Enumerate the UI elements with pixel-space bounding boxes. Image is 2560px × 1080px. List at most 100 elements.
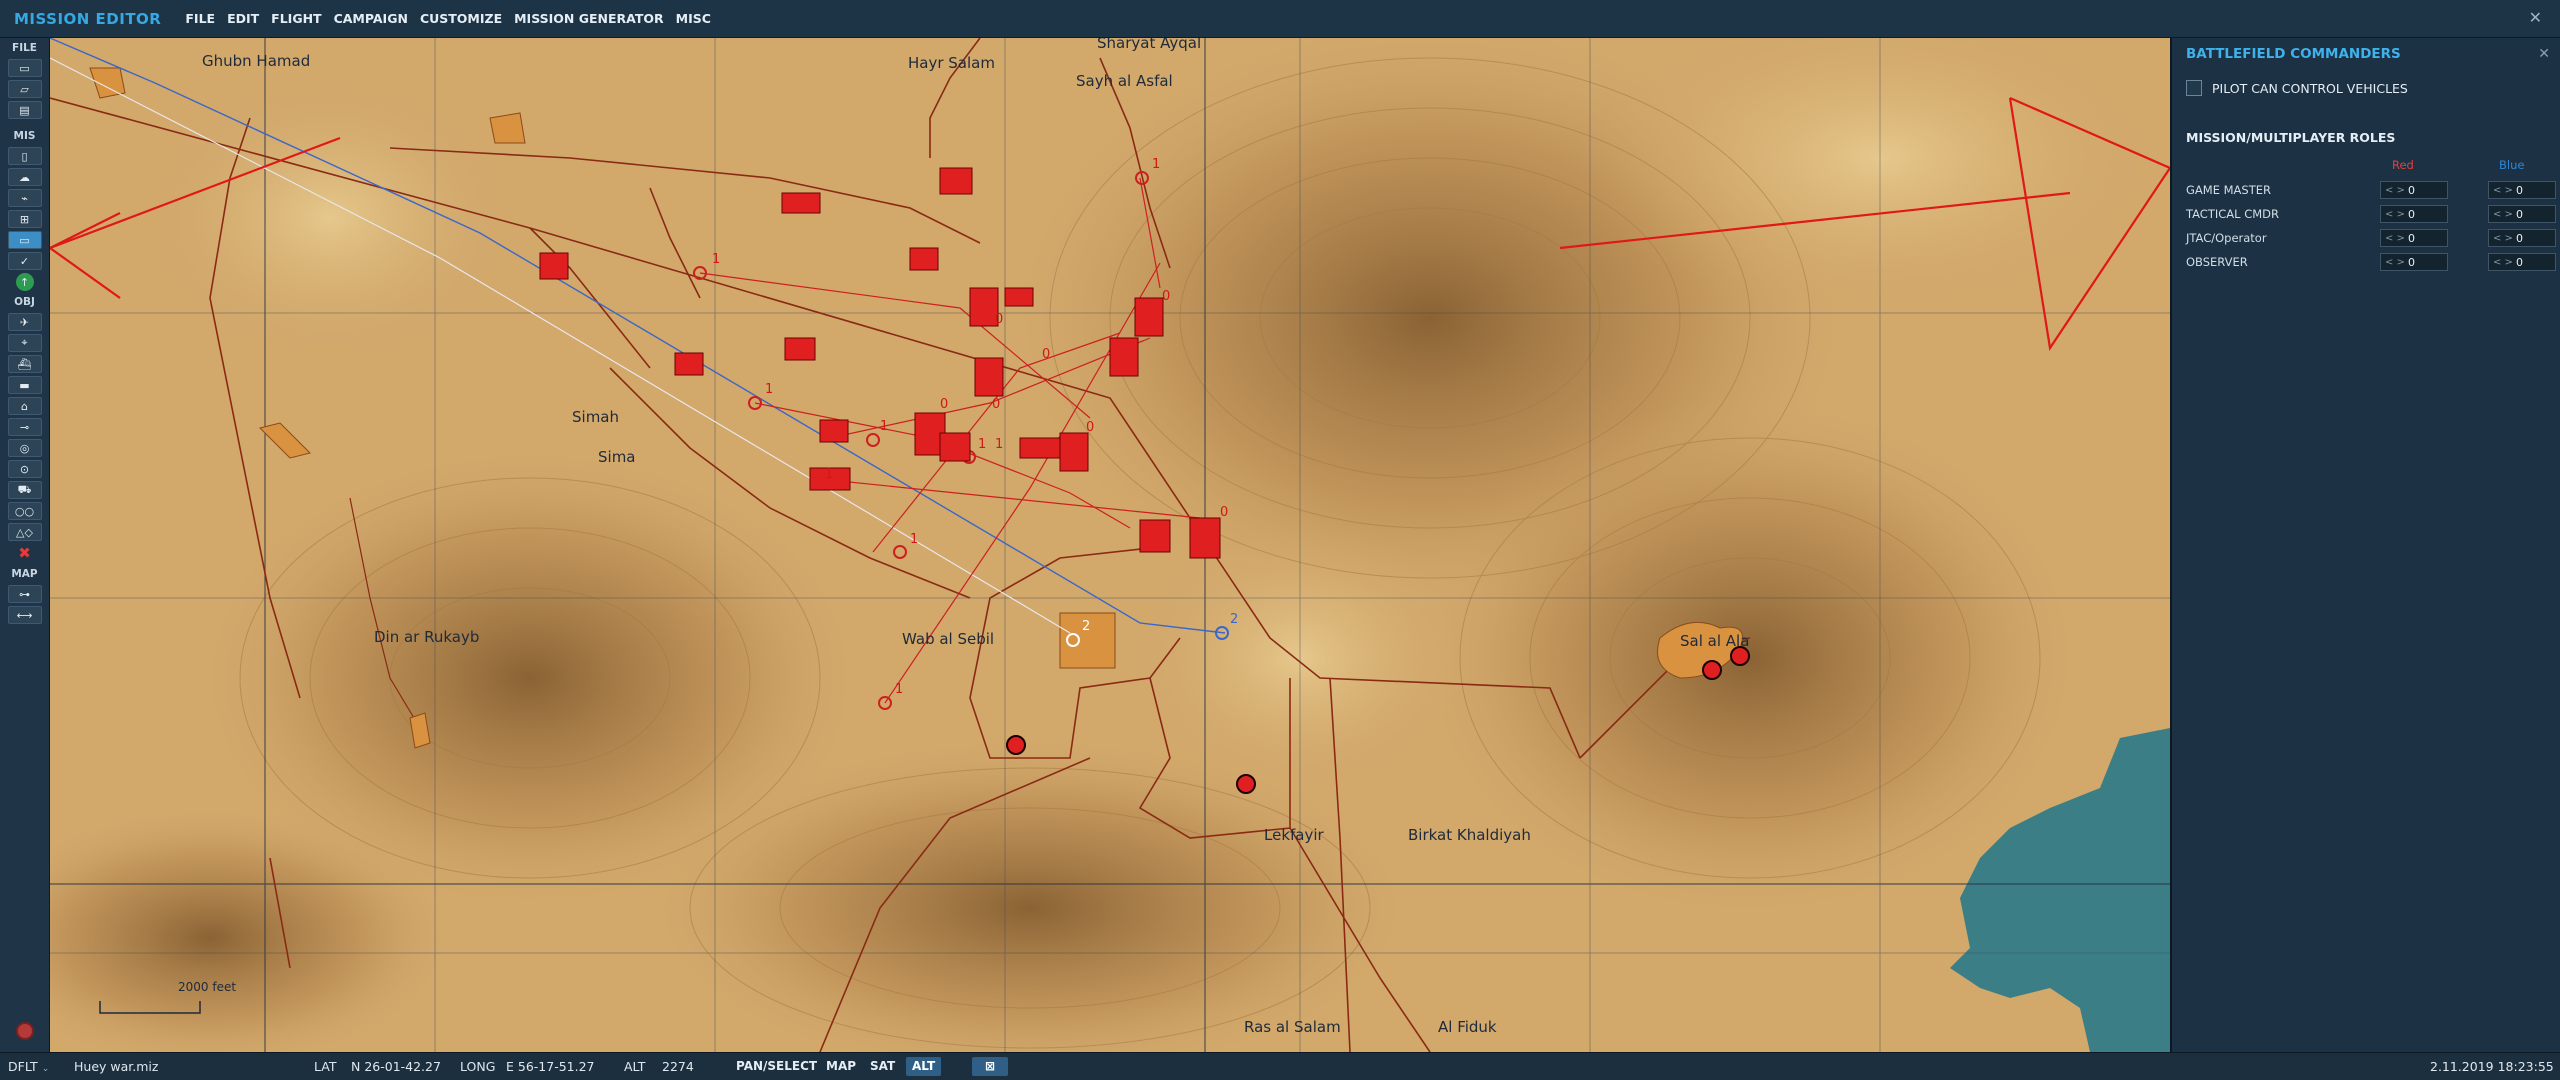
stepper-arrows-icon[interactable]: < > bbox=[2385, 209, 2405, 220]
red-count-stepper[interactable]: < >0 bbox=[2380, 181, 2448, 199]
stepper-value: 0 bbox=[2515, 255, 2523, 269]
map-label-sima: Sima bbox=[598, 448, 636, 466]
red-count-stepper[interactable]: < >0 bbox=[2380, 253, 2448, 271]
toolbar-section-map: MAP bbox=[11, 568, 38, 580]
ruler-icon[interactable]: ⟷ bbox=[7, 606, 42, 624]
target-icon[interactable]: ⊙ bbox=[7, 460, 42, 478]
map-key-icon[interactable]: ⊶ bbox=[7, 585, 42, 603]
alt-label: ALT bbox=[624, 1059, 646, 1074]
open-file-icon[interactable]: ▱ bbox=[7, 80, 42, 98]
red-count-stepper[interactable]: < >0 bbox=[2380, 229, 2448, 247]
goals-icon[interactable]: ⊞ bbox=[7, 210, 42, 228]
waypoint-number: 1 bbox=[910, 532, 918, 547]
blue-count-stepper[interactable]: < >0 bbox=[2488, 181, 2556, 199]
map-view[interactable]: 1 1 1 1 1 1 1 1 1 2 2 0 0 0 0 0 0 0 Ghub… bbox=[50, 38, 2170, 1052]
static-object-icon[interactable]: ⌂ bbox=[7, 397, 42, 415]
waypoint-number: 0 bbox=[1086, 420, 1094, 435]
waypoint-number: 1 bbox=[880, 419, 888, 434]
waypoint-number: 1 bbox=[978, 437, 986, 452]
map-label-hayr-salam: Hayr Salam bbox=[908, 54, 995, 72]
stepper-value: 0 bbox=[2407, 207, 2415, 221]
ship-icon[interactable]: ⛴ bbox=[7, 355, 42, 373]
menu-customize[interactable]: CUSTOMIZE bbox=[420, 11, 502, 26]
waypoint-number: 1 bbox=[765, 382, 773, 397]
record-icon[interactable] bbox=[16, 1022, 34, 1040]
stepper-value: 0 bbox=[2515, 207, 2523, 221]
profile-value: DFLT bbox=[8, 1059, 38, 1074]
route-icon[interactable]: ⊸ bbox=[7, 418, 42, 436]
template-icon[interactable]: ○○ bbox=[7, 502, 42, 520]
stepper-arrows-icon[interactable]: < > bbox=[2493, 233, 2513, 244]
stepper-value: 0 bbox=[2407, 183, 2415, 197]
map-mode-button[interactable]: MAP bbox=[820, 1057, 862, 1076]
map-label-wab-al-sebil: Wab al Sebil bbox=[902, 630, 995, 648]
battlefield-commanders-icon[interactable]: ▭ bbox=[7, 231, 42, 249]
red-count-stepper[interactable]: < >0 bbox=[2380, 205, 2448, 223]
vehicle-icon[interactable]: ▬ bbox=[7, 376, 42, 394]
menu-edit[interactable]: EDIT bbox=[227, 11, 259, 26]
waypoint-number: 0 bbox=[1042, 347, 1050, 362]
waypoint-number: 2 bbox=[1230, 612, 1238, 627]
profile-dropdown[interactable]: DFLT ⌄ bbox=[8, 1059, 49, 1074]
stepper-arrows-icon[interactable]: < > bbox=[2385, 233, 2405, 244]
menu-bar: MISSION EDITOR FILE EDIT FLIGHT CAMPAIGN… bbox=[0, 0, 2560, 38]
waypoint-number: 1 bbox=[712, 252, 720, 267]
delete-icon[interactable]: ✖ bbox=[8, 544, 42, 562]
layers-icon[interactable]: ⊠ bbox=[972, 1057, 1008, 1076]
menu-campaign[interactable]: CAMPAIGN bbox=[334, 11, 408, 26]
stepper-value: 0 bbox=[2407, 231, 2415, 245]
menu-file[interactable]: FILE bbox=[185, 11, 215, 26]
menu-misc[interactable]: MISC bbox=[676, 11, 711, 26]
weather-icon[interactable]: ☁ bbox=[7, 168, 42, 186]
waypoint-number: 0 bbox=[1162, 289, 1170, 304]
role-name: TACTICAL CMDR bbox=[2186, 207, 2279, 221]
briefing-icon[interactable]: ▯ bbox=[7, 147, 42, 165]
stepper-arrows-icon[interactable]: < > bbox=[2493, 209, 2513, 220]
pan-select-button[interactable]: PAN/SELECT bbox=[730, 1057, 823, 1076]
triggers-icon[interactable]: ⌁ bbox=[7, 189, 42, 207]
zone-icon[interactable]: ◎ bbox=[7, 439, 42, 457]
plane-icon[interactable]: ✈ bbox=[7, 313, 42, 331]
waypoint-number: 1 bbox=[995, 437, 1003, 452]
green-circle-icon[interactable]: ↑ bbox=[15, 273, 34, 291]
pilot-control-row[interactable]: PILOT CAN CONTROL VEHICLES bbox=[2186, 80, 2408, 96]
column-header-blue: Blue bbox=[2499, 158, 2525, 172]
waypoint-number: 1 bbox=[895, 682, 903, 697]
save-file-icon[interactable]: ▤ bbox=[7, 101, 42, 119]
window-close-icon[interactable]: ✕ bbox=[2529, 8, 2542, 27]
long-label: LONG bbox=[460, 1059, 496, 1074]
blue-count-stepper[interactable]: < >0 bbox=[2488, 205, 2556, 223]
role-name: JTAC/Operator bbox=[2186, 231, 2267, 245]
alt-value: 2274 bbox=[662, 1059, 694, 1074]
blue-count-stepper[interactable]: < >0 bbox=[2488, 253, 2556, 271]
stepper-arrows-icon[interactable]: < > bbox=[2493, 257, 2513, 268]
shapes-icon[interactable]: △◇ bbox=[7, 523, 42, 541]
stepper-arrows-icon[interactable]: < > bbox=[2385, 185, 2405, 196]
blue-count-stepper[interactable]: < >0 bbox=[2488, 229, 2556, 247]
roles-section-title: MISSION/MULTIPLAYER ROLES bbox=[2186, 130, 2396, 145]
mission-editor-window: MISSION EDITOR FILE EDIT FLIGHT CAMPAIGN… bbox=[0, 0, 2560, 1080]
menu-mission-generator[interactable]: MISSION GENERATOR bbox=[514, 11, 664, 26]
stepper-arrows-icon[interactable]: < > bbox=[2493, 185, 2513, 196]
menu-flight[interactable]: FLIGHT bbox=[271, 11, 321, 26]
date-time: 2.11.2019 18:23:55 bbox=[2430, 1059, 2554, 1074]
panel-close-icon[interactable]: ✕ bbox=[2538, 46, 2550, 62]
panel-title: BATTLEFIELD COMMANDERS bbox=[2186, 46, 2401, 62]
stepper-arrows-icon[interactable]: < > bbox=[2385, 257, 2405, 268]
sat-mode-button[interactable]: SAT bbox=[864, 1057, 901, 1076]
alt-mode-button[interactable]: ALT bbox=[906, 1057, 942, 1076]
role-name: OBSERVER bbox=[2186, 255, 2248, 269]
pilot-control-checkbox[interactable] bbox=[2186, 80, 2202, 96]
role-name: GAME MASTER bbox=[2186, 183, 2271, 197]
check-icon[interactable]: ✓ bbox=[7, 252, 42, 270]
map-label-lekfayir: Lekfayir bbox=[1264, 826, 1324, 844]
helicopter-icon[interactable]: ⌖ bbox=[7, 334, 42, 352]
map-label-sal-al-ala: Sal al Ala bbox=[1680, 632, 1750, 650]
map-label-birkat-khaldiyah: Birkat Khaldiyah bbox=[1408, 826, 1531, 844]
role-row-tactical-cmdr: TACTICAL CMDR < >0 < >0 bbox=[2186, 205, 2556, 225]
new-file-icon[interactable]: ▭ bbox=[7, 59, 42, 77]
map-canvas[interactable]: 1 1 1 1 1 1 1 1 1 2 2 0 0 0 0 0 0 0 bbox=[50, 38, 2170, 1052]
map-label-simah: Simah bbox=[572, 408, 619, 426]
chevron-down-icon[interactable]: ⌄ bbox=[42, 1064, 50, 1074]
airfield-icon[interactable]: ⛟ bbox=[7, 481, 42, 499]
